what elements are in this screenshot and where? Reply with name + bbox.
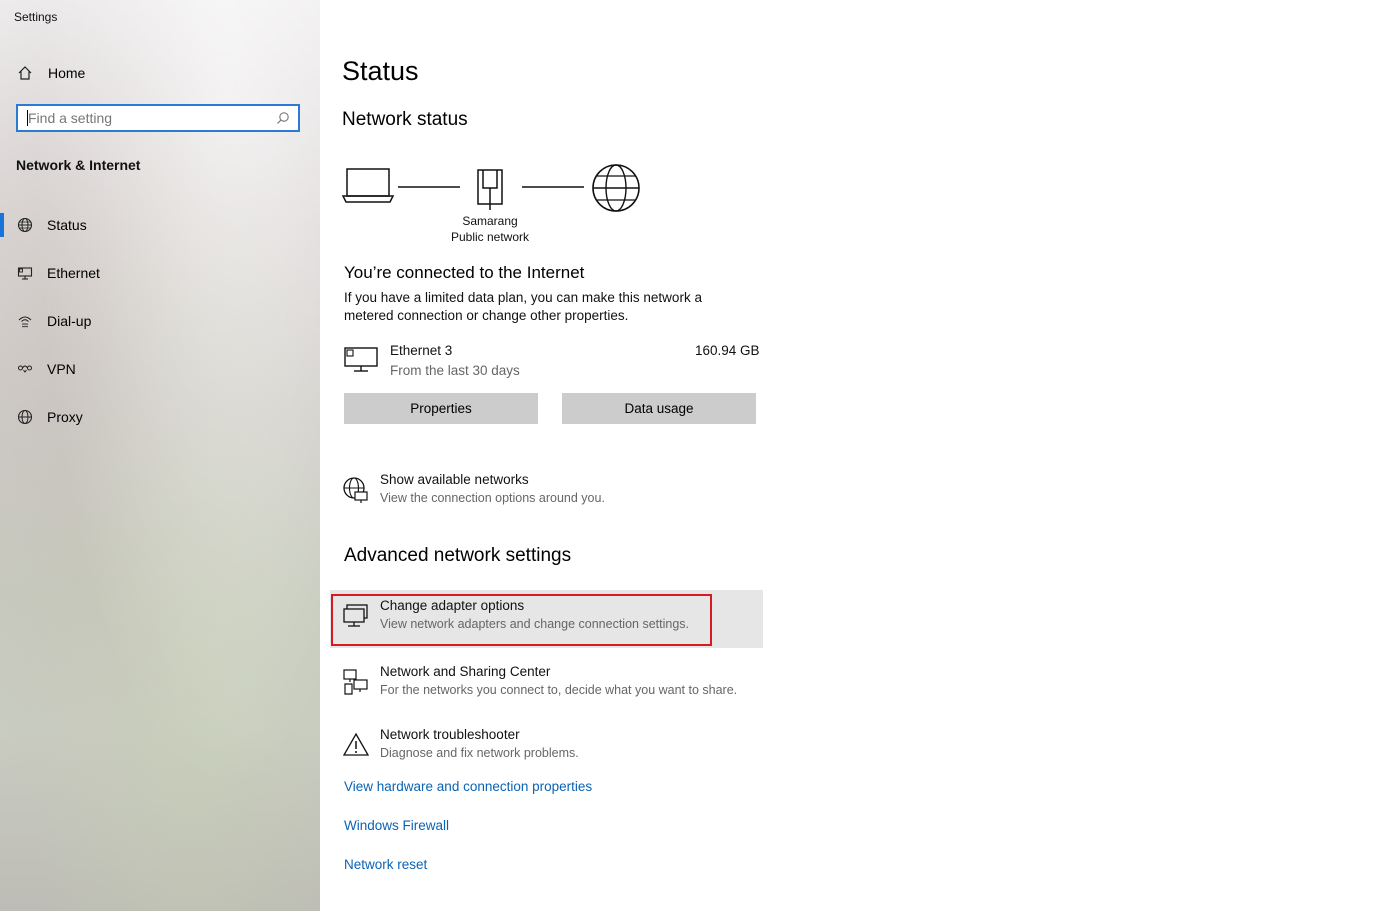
show-networks-item[interactable]: Show available networks View the connect… xyxy=(330,464,763,522)
ethernet-icon xyxy=(16,264,34,282)
laptop-icon xyxy=(341,168,395,203)
sidebar-item-home[interactable]: Home xyxy=(16,62,85,84)
data-usage-button[interactable]: Data usage xyxy=(562,393,756,424)
advanced-settings-heading: Advanced network settings xyxy=(344,545,572,566)
change-adapter-title: Change adapter options xyxy=(380,598,525,613)
troubleshooter-title: Network troubleshooter xyxy=(380,727,520,742)
search-input[interactable] xyxy=(18,106,278,130)
sharing-center-sub: For the networks you connect to, decide … xyxy=(380,683,738,697)
adapter-period: From the last 30 days xyxy=(390,363,520,378)
view-hardware-link[interactable]: View hardware and connection properties xyxy=(344,779,592,794)
window-title: Settings xyxy=(14,10,58,24)
adapter-name: Ethernet 3 xyxy=(390,343,453,358)
change-adapter-sub: View network adapters and change connect… xyxy=(380,617,689,631)
globe-icon xyxy=(16,408,34,426)
network-name: Samarang xyxy=(462,214,518,228)
connected-heading: You’re connected to the Internet xyxy=(344,263,585,282)
sidebar-item-label: VPN xyxy=(47,361,76,377)
sidebar-item-status[interactable]: Status xyxy=(0,209,320,241)
sidebar-item-vpn[interactable]: VPN xyxy=(0,353,320,385)
text-cursor xyxy=(27,110,28,126)
router-icon xyxy=(477,169,503,210)
section-title: Network & Internet xyxy=(16,157,141,173)
ethernet-adapter-icon xyxy=(344,346,378,379)
sharing-center-icon xyxy=(342,668,370,696)
sidebar-item-label: Dial-up xyxy=(47,313,92,329)
show-networks-sub: View the connection options around you. xyxy=(380,491,605,505)
globe-status-icon xyxy=(16,216,34,234)
search-icon[interactable] xyxy=(276,111,290,125)
network-sharing-center-item[interactable]: Network and Sharing Center For the netwo… xyxy=(330,656,763,714)
sidebar-item-ethernet[interactable]: Ethernet xyxy=(0,257,320,289)
connected-description: If you have a limited data plan, you can… xyxy=(344,290,702,323)
dialup-icon xyxy=(16,312,34,330)
warning-icon xyxy=(342,731,370,759)
network-type: Public network xyxy=(450,230,530,244)
show-networks-title: Show available networks xyxy=(380,472,529,487)
network-caption: Samarang Public network xyxy=(440,213,540,245)
page-title: Status xyxy=(342,56,419,86)
sharing-center-title: Network and Sharing Center xyxy=(380,664,551,679)
network-reset-link[interactable]: Network reset xyxy=(344,857,427,872)
sidebar-item-label: Ethernet xyxy=(47,265,100,281)
adapter-icon xyxy=(342,602,370,630)
windows-firewall-link[interactable]: Windows Firewall xyxy=(344,818,449,833)
sidebar-item-home-label: Home xyxy=(48,65,86,81)
vpn-icon xyxy=(16,360,34,378)
sidebar-item-proxy[interactable]: Proxy xyxy=(0,401,320,433)
home-icon xyxy=(16,64,34,82)
sidebar-item-label: Proxy xyxy=(47,409,83,425)
main-content: Status Network status Samarang Public ne… xyxy=(320,0,1393,911)
adapter-usage: 160.94 GB xyxy=(695,343,760,358)
internet-globe-icon xyxy=(592,164,640,212)
active-indicator xyxy=(0,213,4,237)
sidebar-item-label: Status xyxy=(47,217,87,233)
troubleshooter-sub: Diagnose and fix network problems. xyxy=(380,746,579,760)
available-networks-icon xyxy=(342,476,370,504)
sidebar-item-dialup[interactable]: Dial-up xyxy=(0,305,320,337)
change-adapter-options-item[interactable]: Change adapter options View network adap… xyxy=(330,590,763,648)
search-box[interactable] xyxy=(16,104,300,132)
properties-button[interactable]: Properties xyxy=(344,393,538,424)
network-status-heading: Network status xyxy=(342,109,468,130)
network-troubleshooter-item[interactable]: Network troubleshooter Diagnose and fix … xyxy=(330,719,763,777)
sidebar: Settings Home Network & Internet Status … xyxy=(0,0,320,911)
